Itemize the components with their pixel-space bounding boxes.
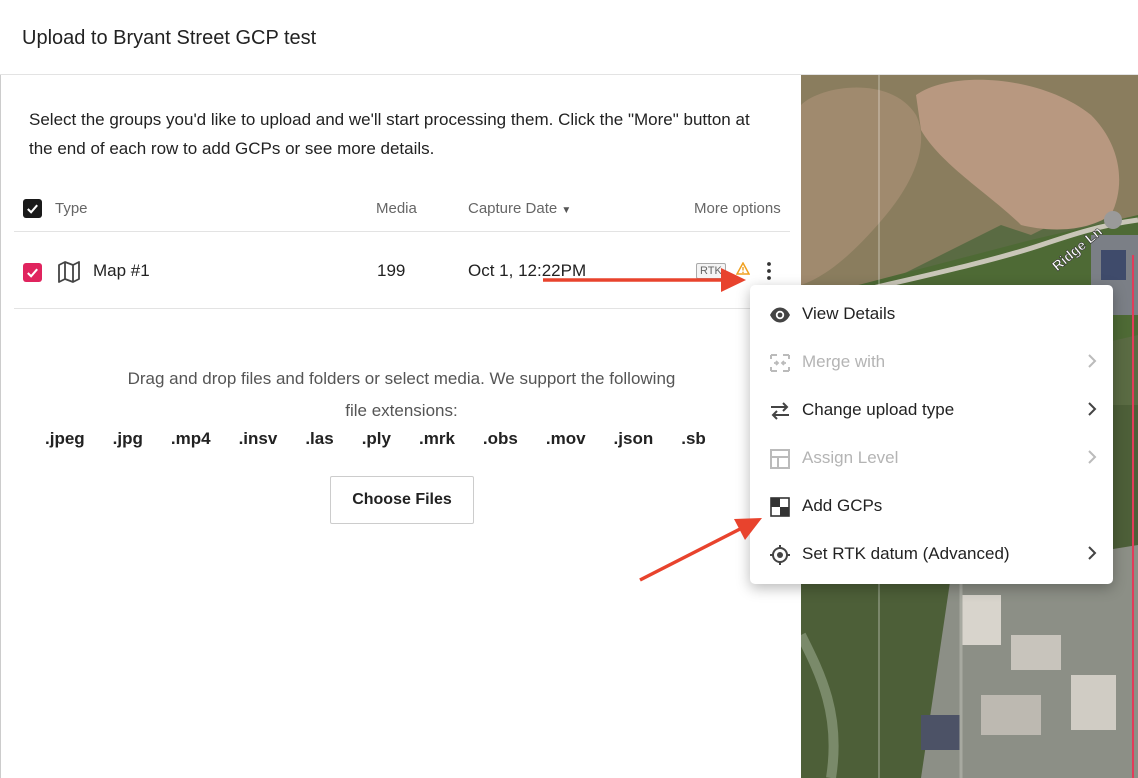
file-extension: .json <box>613 429 654 448</box>
menu-item-view-details[interactable]: View Details <box>750 290 1113 338</box>
map-icon <box>58 261 80 283</box>
chevron-right-icon <box>1088 546 1097 560</box>
row-checkbox[interactable] <box>23 263 42 282</box>
file-extension: .jpeg <box>45 429 85 448</box>
file-extension: .mov <box>545 429 586 448</box>
level-icon <box>770 449 790 469</box>
more-options-menu: View Details Merge with Change upload ty… <box>750 285 1113 584</box>
file-extension: .sb <box>681 429 706 448</box>
extension-list: .jpeg .jpg .mp4 .insv .las .ply .mrk .obs .mov .j… <box>45 429 785 455</box>
menu-item-label: Assign Level <box>802 448 899 467</box>
more-vertical-icon <box>767 262 771 280</box>
file-extension: .mrk <box>418 429 455 448</box>
swap-icon <box>771 402 789 420</box>
row-name: Map #1 <box>93 261 150 280</box>
file-extension: .jpg <box>112 429 143 448</box>
header-more-options: More options <box>694 200 781 217</box>
file-extension: .obs <box>482 429 518 448</box>
table-header: Type Media Capture Date ▼ More options <box>14 185 790 232</box>
row-capture-date: Oct 1, 12:22PM <box>468 261 587 280</box>
check-icon <box>27 268 38 278</box>
warning-icon <box>736 262 750 275</box>
menu-item-merge-with[interactable]: Merge with <box>750 338 1113 386</box>
chevron-right-icon <box>1088 450 1097 464</box>
file-extension: .las <box>305 429 334 448</box>
menu-item-set-rtk-datum[interactable]: Set RTK datum (Advanced) <box>750 530 1113 578</box>
dropzone[interactable]: Drag and drop files and folders or selec… <box>1 363 802 448</box>
menu-item-add-gcps[interactable]: Add GCPs <box>750 482 1113 530</box>
choose-files-button[interactable]: Choose Files <box>330 476 474 524</box>
menu-item-change-upload-type[interactable]: Change upload type <box>750 386 1113 434</box>
check-icon <box>27 204 38 214</box>
dropzone-text: Drag and drop files and folders or selec… <box>127 369 676 420</box>
chevron-right-icon <box>1088 354 1097 368</box>
menu-item-label: Change upload type <box>802 400 955 419</box>
gcp-icon <box>770 497 790 517</box>
dialog-title: Upload to Bryant Street GCP test <box>22 27 317 49</box>
select-all-checkbox[interactable] <box>23 199 42 218</box>
upload-panel: Select the groups you'd like to upload a… <box>0 75 802 778</box>
sort-caret-icon: ▼ <box>561 205 572 216</box>
intro-text: Select the groups you'd like to upload a… <box>29 110 750 158</box>
header-type: Type <box>55 200 88 217</box>
menu-item-assign-level[interactable]: Assign Level <box>750 434 1113 482</box>
menu-item-label: View Details <box>802 304 896 323</box>
merge-icon <box>770 354 790 372</box>
menu-item-label: Add GCPs <box>802 496 883 515</box>
file-extension: .ply <box>361 429 391 448</box>
header-capture-date[interactable]: Capture Date ▼ <box>468 200 571 217</box>
eye-icon <box>770 307 790 323</box>
rtk-badge: RTK <box>696 263 726 279</box>
header-media: Media <box>376 200 417 217</box>
row-media: 199 <box>377 261 406 280</box>
more-options-button[interactable] <box>760 257 778 285</box>
menu-item-label: Merge with <box>802 352 886 371</box>
menu-item-label: Set RTK datum (Advanced) <box>802 544 1010 563</box>
header-capture-date-label: Capture Date <box>468 200 558 217</box>
dialog-header: Upload to Bryant Street GCP test <box>0 0 1138 75</box>
file-extension: .mp4 <box>170 429 211 448</box>
file-extension: .insv <box>238 429 278 448</box>
target-icon <box>770 545 790 565</box>
table-row: Map #1 199 Oct 1, 12:22PM RTK <box>14 232 802 309</box>
chevron-right-icon <box>1088 402 1097 416</box>
